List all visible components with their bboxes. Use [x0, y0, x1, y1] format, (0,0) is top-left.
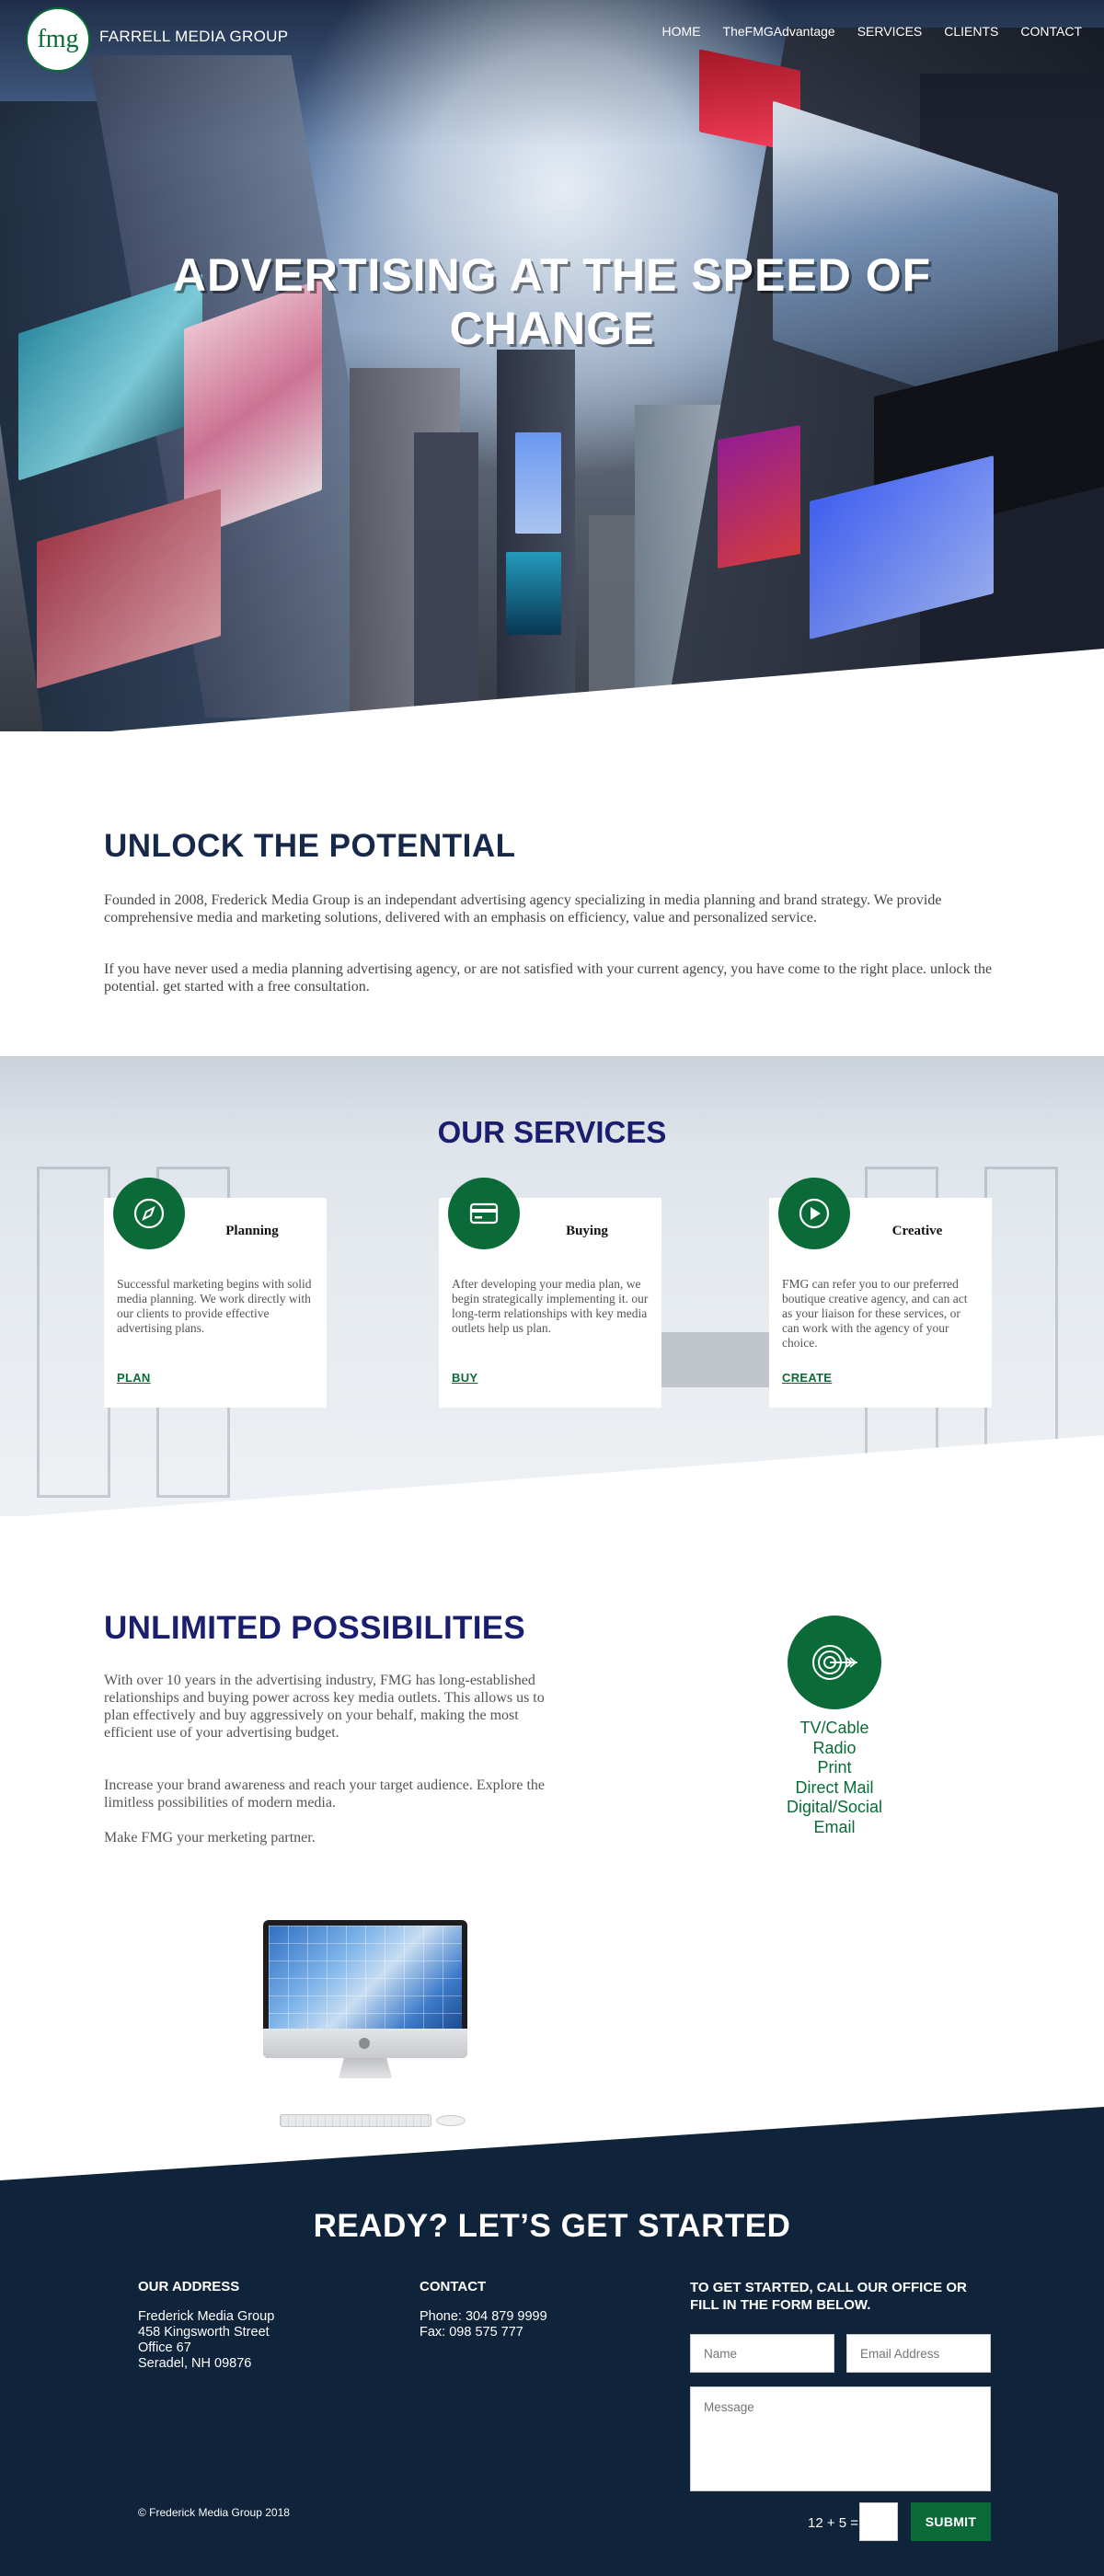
service-card-title: Planning: [225, 1224, 279, 1238]
captcha-label: 12 + 5 =: [808, 2515, 859, 2531]
nav-home[interactable]: HOME: [662, 24, 701, 39]
keyboard-image: [280, 2114, 431, 2127]
email-field[interactable]: [846, 2334, 991, 2373]
plan-link[interactable]: PLAN: [117, 1371, 151, 1385]
address-block: Frederick Media Group 458 Kingsworth Str…: [138, 2309, 274, 2372]
media-item: Radio: [812, 1738, 857, 1757]
service-card-text: FMG can refer you to our preferred bouti…: [782, 1277, 968, 1350]
service-card-text: After developing your media plan, we beg…: [452, 1277, 649, 1335]
address-line: Seradel, NH 09876: [138, 2356, 252, 2371]
possibilities-title: UNLIMITED POSSIBILITIES: [104, 1610, 526, 1646]
unlock-title: UNLOCK THE POTENTIAL: [104, 828, 516, 864]
contact-heading: CONTACT: [420, 2279, 487, 2294]
main-nav: HOME TheFMGAdvantage SERVICES CLIENTS CO…: [662, 24, 1082, 39]
nav-services[interactable]: SERVICES: [857, 24, 923, 39]
media-item: Direct Mail: [795, 1777, 874, 1797]
hero-overlay: [0, 0, 1104, 731]
service-card-title: Buying: [566, 1224, 608, 1238]
apple-logo-icon: [359, 2038, 370, 2049]
message-field[interactable]: [690, 2386, 991, 2491]
address-line: Office 67: [138, 2340, 191, 2355]
name-field[interactable]: [690, 2334, 834, 2373]
imac-computer-image: [263, 1920, 467, 2078]
hero-banner: [0, 0, 1104, 731]
service-card-buying: Buying After developing your media plan,…: [439, 1178, 661, 1408]
media-item: Email: [813, 1817, 856, 1836]
imac-stand: [339, 2058, 392, 2078]
cta-title: READY? LET’S GET STARTED: [313, 2208, 791, 2244]
service-card-planning: Planning Successful marketing begins wit…: [104, 1178, 327, 1408]
service-card-title: Creative: [891, 1224, 943, 1238]
service-card-text: Successful marketing begins with solid m…: [117, 1277, 312, 1335]
possibilities-paragraph: With over 10 years in the advertising in…: [104, 1673, 545, 1741]
hero-title: ADVERTISING AT THE SPEED OF CHANGE: [172, 249, 932, 354]
create-link[interactable]: CREATE: [782, 1371, 832, 1385]
unlock-paragraph: Founded in 2008, Frederick Media Group i…: [104, 892, 942, 926]
logo[interactable]: fmg: [26, 7, 90, 72]
nav-clients[interactable]: CLIENTS: [944, 24, 998, 39]
office-window: [37, 1167, 110, 1498]
address-line: 458 Kingsworth Street: [138, 2325, 270, 2340]
buy-link[interactable]: BUY: [452, 1371, 477, 1385]
submit-button[interactable]: SUBMIT: [911, 2502, 991, 2541]
media-item: Digital/Social: [786, 1798, 883, 1816]
nav-contact[interactable]: CONTACT: [1020, 24, 1082, 39]
media-item: TV/Cable: [799, 1719, 869, 1737]
fax-number: Fax: 098 575 777: [420, 2325, 523, 2340]
possibilities-paragraph: Make FMG your merketing partner.: [104, 1830, 316, 1846]
target-arrow-icon: [788, 1616, 881, 1709]
services-title: OUR SERVICES: [437, 1115, 667, 1149]
phone-number: Phone: 304 879 9999: [420, 2309, 547, 2324]
unlock-paragraph: If you have never used a media planning …: [104, 961, 993, 995]
contact-block: Phone: 304 879 9999 Fax: 098 575 777: [420, 2309, 547, 2340]
address-line: Frederick Media Group: [138, 2309, 275, 2324]
copyright: © Frederick Media Group 2018: [138, 2506, 290, 2519]
media-list: TV/Cable Radio Print Direct Mail Digital…: [742, 1719, 926, 1837]
address-heading: OUR ADDRESS: [138, 2279, 240, 2294]
mouse-image: [436, 2115, 466, 2126]
captcha-input[interactable]: [859, 2502, 898, 2541]
form-heading: TO GET STARTED, CALL OUR OFFICE OR FILL …: [690, 2280, 967, 2313]
service-card-creative: Creative FMG can refer you to our prefer…: [769, 1178, 992, 1408]
possibilities-paragraph: Increase your brand awareness and reach …: [104, 1777, 546, 1811]
media-item: Print: [817, 1758, 852, 1777]
nav-fmg-advantage[interactable]: TheFMGAdvantage: [723, 24, 835, 39]
imac-display-grid: [269, 1926, 462, 2029]
brand-name: FARRELL MEDIA GROUP: [99, 28, 289, 45]
